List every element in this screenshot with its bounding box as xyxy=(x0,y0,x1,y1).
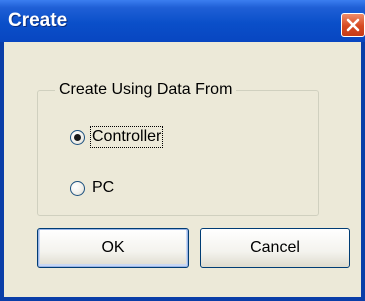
close-button[interactable] xyxy=(341,13,365,37)
radio-button-pc[interactable] xyxy=(70,180,85,196)
radio-option-controller[interactable]: Controller xyxy=(70,126,164,148)
create-dialog: Create Create Using Data From Controller… xyxy=(0,0,365,301)
dialog-client-area: Create Using Data From Controller PC OK … xyxy=(4,42,361,297)
radio-label-pc[interactable]: PC xyxy=(91,178,115,198)
group-legend: Create Using Data From xyxy=(55,81,237,99)
cancel-button[interactable]: Cancel xyxy=(200,228,350,268)
radio-label-controller[interactable]: Controller xyxy=(89,126,164,148)
data-source-group: Create Using Data From Controller PC xyxy=(37,81,319,216)
radio-button-controller[interactable] xyxy=(70,129,85,145)
radio-option-pc[interactable]: PC xyxy=(70,177,115,199)
title-bar[interactable]: Create xyxy=(0,0,365,42)
close-icon xyxy=(346,18,360,32)
ok-button[interactable]: OK xyxy=(37,228,189,268)
window-title: Create xyxy=(8,10,68,31)
